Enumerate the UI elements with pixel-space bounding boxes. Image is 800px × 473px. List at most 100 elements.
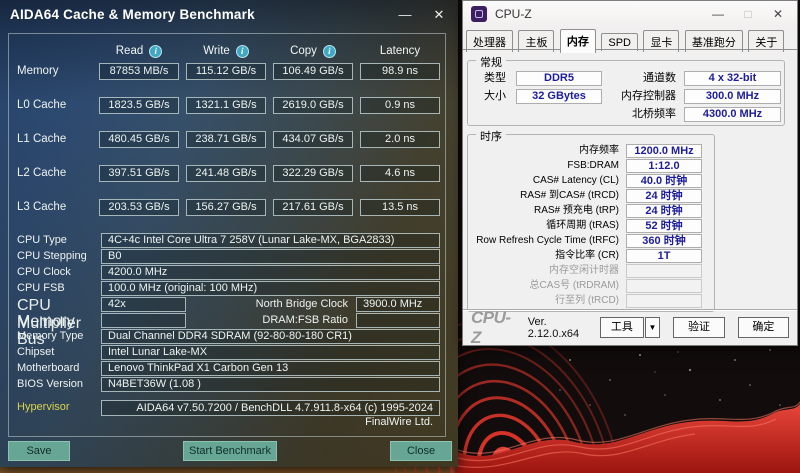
cpu-stepping-value: B0 <box>101 249 440 264</box>
l3-copy-value: 217.61 GB/s <box>273 199 353 216</box>
memory-bus-value <box>101 313 186 328</box>
cpuz-window-title: CPU-Z <box>495 7 532 21</box>
l1-read-value: 480.45 GB/s <box>99 131 179 148</box>
column-header-write: Write i <box>186 45 266 58</box>
l3-read-value: 203.53 GB/s <box>99 199 179 216</box>
tools-button[interactable]: 工具 <box>600 317 643 338</box>
trfc-field: 360 时钟 <box>626 234 702 248</box>
info-icon[interactable]: i <box>149 45 162 58</box>
cpuz-titlebar[interactable]: CPU-Z — □ ✕ <box>463 1 797 27</box>
close-button[interactable]: Close <box>390 441 452 461</box>
timings-legend: 时序 <box>476 128 506 144</box>
info-icon[interactable]: i <box>236 45 249 58</box>
timing-row-cl: CAS# Latency (CL) 40.0 时钟 <box>476 174 702 188</box>
info-row-memory-type: Memory Type Dual Channel DDR4 SDRAM (92-… <box>9 329 445 344</box>
chipset-value: Intel Lunar Lake-MX <box>101 345 440 360</box>
hypervisor-label: Hypervisor <box>17 400 101 416</box>
general-legend: 常规 <box>476 54 506 70</box>
aida64-window: AIDA64 Cache & Memory Benchmark — ✕ Read… <box>0 0 458 467</box>
tab-spd[interactable]: SPD <box>601 33 638 51</box>
benchmark-panel: Read i Write i Copy i Latency Memory 878… <box>8 33 446 437</box>
dram-fsb-ratio-value <box>356 313 440 328</box>
trcd-field: 24 时钟 <box>626 189 702 203</box>
info-row-cpu-multiplier: CPU Multiplier 42x North Bridge Clock 39… <box>9 297 445 312</box>
info-row-motherboard: Motherboard Lenovo ThinkPad X1 Carbon Ge… <box>9 361 445 376</box>
fsb-dram-field: 1:12.0 <box>626 159 702 173</box>
bench-row-l3: L3 Cache 203.53 GB/s 156.27 GB/s 217.61 … <box>9 199 445 216</box>
cpu-multiplier-value: 42x <box>101 297 186 312</box>
column-header-latency: Latency <box>360 45 440 57</box>
l2-latency-value: 4.6 ns <box>360 165 440 182</box>
north-bridge-clock-value: 3900.0 MHz <box>356 297 440 312</box>
timing-row-tras: 循环周期 (tRAS) 52 时钟 <box>476 219 702 233</box>
bench-row-l1: L1 Cache 480.45 GB/s 238.71 GB/s 434.07 … <box>9 131 445 148</box>
l0-read-value: 1823.5 GB/s <box>99 97 179 114</box>
controller-label: 内存控制器 <box>602 89 684 105</box>
row-to-col-field <box>626 294 702 308</box>
desktop: AIDA64 Cache & Memory Benchmark — ✕ Read… <box>0 0 800 473</box>
tab-graphics[interactable]: 显卡 <box>643 30 679 52</box>
cpuz-window: CPU-Z — □ ✕ 处理器 主板 内存 SPD 显卡 基准跑分 关于 常规 … <box>462 0 798 346</box>
close-icon[interactable]: ✕ <box>763 1 793 27</box>
info-row-bios-version: BIOS Version N4BET36W (1.08 ) <box>9 377 445 392</box>
l0-copy-value: 2619.0 GB/s <box>273 97 353 114</box>
info-row-cpu-clock: CPU Clock 4200.0 MHz <box>9 265 445 280</box>
tab-bench[interactable]: 基准跑分 <box>685 30 743 52</box>
memory-copy-value: 106.49 GB/s <box>273 63 353 80</box>
l2-write-value: 241.48 GB/s <box>186 165 266 182</box>
save-button[interactable]: Save <box>8 441 70 461</box>
northbridge-freq-field: 4300.0 MHz <box>684 107 781 122</box>
memory-type-label: 类型 <box>484 71 516 87</box>
timing-row-idle-timer: 内存空闲计时器 <box>476 264 702 278</box>
tab-about[interactable]: 关于 <box>748 30 784 52</box>
bios-version-value: N4BET36W (1.08 ) <box>101 377 440 392</box>
column-header-read: Read i <box>99 45 179 58</box>
column-header-copy: Copy i <box>273 45 353 58</box>
minimize-icon[interactable]: — <box>703 1 733 27</box>
maximize-icon: □ <box>733 1 763 27</box>
cpuz-logo: CPU-Z <box>471 308 520 348</box>
tab-mainboard[interactable]: 主板 <box>518 30 554 52</box>
benchmark-header-row: Read i Write i Copy i Latency <box>9 44 445 58</box>
cpuz-tab-bar: 处理器 主板 内存 SPD 显卡 基准跑分 关于 <box>463 27 797 50</box>
l2-read-value: 397.51 GB/s <box>99 165 179 182</box>
tools-dropdown-icon[interactable]: ▼ <box>645 317 661 338</box>
controller-field: 300.0 MHz <box>684 89 781 104</box>
memory-write-value: 115.12 GB/s <box>186 63 266 80</box>
tab-cpu[interactable]: 处理器 <box>466 30 513 52</box>
aida64-titlebar[interactable]: AIDA64 Cache & Memory Benchmark — ✕ <box>0 0 458 30</box>
info-row-cpu-fsb: CPU FSB 100.0 MHz (original: 100 MHz) <box>9 281 445 296</box>
start-benchmark-button[interactable]: Start Benchmark <box>183 441 277 461</box>
tras-field: 52 时钟 <box>626 219 702 233</box>
validate-button[interactable]: 验证 <box>673 317 724 338</box>
timing-row-trp: RAS# 预充电 (tRP) 24 时钟 <box>476 204 702 218</box>
idle-timer-field <box>626 264 702 278</box>
timing-row-row-to-col: 行至列 (tRCD) <box>476 294 702 308</box>
minimize-icon[interactable]: — <box>388 0 422 30</box>
cpuz-version: Ver. 2.12.0.x64 <box>528 316 600 340</box>
cpu-fsb-value: 100.0 MHz (original: 100 MHz) <box>101 281 440 296</box>
info-row-chipset: Chipset Intel Lunar Lake-MX <box>9 345 445 360</box>
l1-latency-value: 2.0 ns <box>360 131 440 148</box>
bench-row-l2: L2 Cache 397.51 GB/s 241.48 GB/s 322.29 … <box>9 165 445 182</box>
memory-size-field: 32 GBytes <box>516 89 602 104</box>
bench-row-l0: L0 Cache 1823.5 GB/s 1321.1 GB/s 2619.0 … <box>9 97 445 114</box>
general-groupbox: 常规 类型 DDR5 通道数 4 x 32-bit 大小 32 GBytes 内… <box>467 60 785 126</box>
info-icon[interactable]: i <box>323 45 336 58</box>
timing-row-trfc: Row Refresh Cycle Time (tRFC) 360 时钟 <box>476 234 702 248</box>
timings-groupbox: 时序 内存频率 1200.0 MHz FSB:DRAM 1:12.0 CAS# … <box>467 134 715 312</box>
ok-button[interactable]: 确定 <box>738 317 789 338</box>
aida64-version-text: AIDA64 v7.50.7200 / BenchDLL 4.7.911.8-x… <box>101 400 440 416</box>
memory-read-value: 87853 MB/s <box>99 63 179 80</box>
close-icon[interactable]: ✕ <box>422 0 456 30</box>
cl-field: 40.0 时钟 <box>626 174 702 188</box>
tab-memory[interactable]: 内存 <box>560 29 596 53</box>
bench-row-memory: Memory 87853 MB/s 115.12 GB/s 106.49 GB/… <box>9 63 445 80</box>
memory-size-label: 大小 <box>484 89 516 105</box>
aida64-button-bar: Save Start Benchmark Close <box>8 441 452 461</box>
l1-write-value: 238.71 GB/s <box>186 131 266 148</box>
cr-field: 1T <box>626 249 702 263</box>
info-row-cpu-stepping: CPU Stepping B0 <box>9 249 445 264</box>
trp-field: 24 时钟 <box>626 204 702 218</box>
timing-row-trcd: RAS# 到CAS# (tRCD) 24 时钟 <box>476 189 702 203</box>
